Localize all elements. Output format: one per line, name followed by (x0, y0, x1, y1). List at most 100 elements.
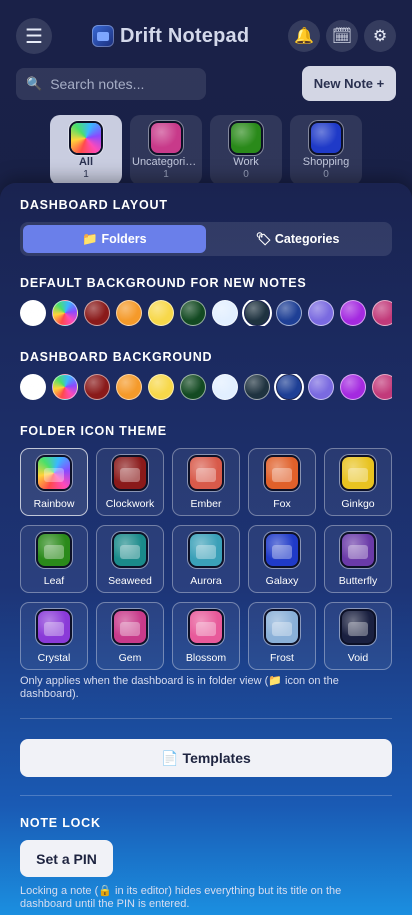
crystal-folder-icon (38, 611, 70, 643)
category-tab[interactable]: Work 0 (210, 115, 282, 185)
leaf-folder-icon (38, 534, 70, 566)
folder-theme-note: Only applies when the dashboard is in fo… (20, 675, 339, 700)
dashboard-bg-swatches (20, 374, 392, 400)
folder-theme-name: Ember (190, 498, 222, 510)
dashboard-bg-swatch[interactable] (52, 374, 78, 400)
category-name: Shopping (302, 156, 350, 168)
default-bg-swatch[interactable] (244, 300, 270, 326)
folder-theme-option[interactable]: Void (324, 602, 392, 670)
layout-toggle: 📁 Folders 🏷 Categories (20, 222, 392, 256)
dashboard-bg-swatch[interactable] (180, 374, 206, 400)
dashboard-bg-swatch[interactable] (372, 374, 392, 400)
note-lock-title: NOTE LOCK (20, 816, 101, 830)
menu-icon[interactable]: ☰ (16, 18, 52, 54)
galaxy-folder-icon (266, 534, 298, 566)
category-count: 0 (323, 169, 329, 180)
category-tab[interactable]: Uncategorized 1 (130, 115, 202, 185)
dashboard-bg-swatch[interactable] (84, 374, 110, 400)
folder-theme-name: Frost (270, 652, 294, 664)
folder-theme-option[interactable]: Clockwork (96, 448, 164, 516)
note-lock-description: Locking a note (🔒 in its editor) hides e… (20, 885, 342, 910)
folder-theme-option[interactable]: Blossom (172, 602, 240, 670)
category-tab[interactable]: Shopping 0 (290, 115, 362, 185)
default-bg-swatch[interactable] (20, 300, 46, 326)
dashboard-bg-swatch[interactable] (148, 374, 174, 400)
rainbow-folder-icon (71, 123, 101, 153)
default-bg-swatch[interactable] (52, 300, 78, 326)
set-pin-button[interactable]: Set a PIN (20, 840, 113, 877)
folder-theme-option[interactable]: Ember (172, 448, 240, 516)
folder-theme-name: Aurora (190, 575, 222, 587)
dashboard-bg-swatch[interactable] (116, 374, 142, 400)
dashboard-bg-title: DASHBOARD BACKGROUND (20, 350, 213, 364)
category-count: 1 (163, 169, 169, 180)
folder-theme-name: Butterfly (338, 575, 378, 587)
divider (20, 718, 392, 719)
calendar-icon[interactable]: 🗓 (326, 20, 358, 52)
app-brand: Drift Notepad (92, 22, 249, 50)
fox-folder-icon (266, 457, 298, 489)
folder-theme-name: Gem (118, 652, 142, 664)
category-tab[interactable]: All 1 (50, 115, 122, 185)
folder-theme-name: Clockwork (105, 498, 155, 510)
folder-theme-option[interactable]: Crystal (20, 602, 88, 670)
folder-theme-name: Fox (273, 498, 291, 510)
gear-icon[interactable]: ⚙ (364, 20, 396, 52)
divider (20, 795, 392, 796)
galaxy-folder-icon (311, 123, 341, 153)
default-bg-swatch[interactable] (372, 300, 392, 326)
folder-theme-option[interactable]: Fox (248, 448, 316, 516)
gem-folder-icon (114, 611, 146, 643)
top-bar: ☰ Drift Notepad 🔔 🗓 ⚙ (16, 18, 396, 54)
leaf-folder-icon (231, 123, 261, 153)
category-name: Work (233, 156, 259, 168)
new-note-button[interactable]: New Note + (302, 66, 396, 101)
category-row: All 1 Uncategorized 1 Work 0 Shopping 0 (50, 115, 362, 185)
default-bg-swatch[interactable] (308, 300, 334, 326)
folder-theme-option[interactable]: Seaweed (96, 525, 164, 593)
folder-theme-option[interactable]: Gem (96, 602, 164, 670)
folder-theme-name: Seaweed (108, 575, 152, 587)
default-bg-swatch[interactable] (116, 300, 142, 326)
folder-theme-name: Ginkgo (341, 498, 375, 510)
gem-folder-icon (151, 123, 181, 153)
folders-layout-button[interactable]: 📁 Folders (23, 225, 206, 253)
clockwork-folder-icon (114, 457, 146, 489)
folder-theme-option[interactable]: Ginkgo (324, 448, 392, 516)
default-bg-swatch[interactable] (84, 300, 110, 326)
folder-theme-option[interactable]: Galaxy (248, 525, 316, 593)
folder-theme-name: Crystal (37, 652, 71, 664)
bell-icon[interactable]: 🔔 (288, 20, 320, 52)
default-bg-swatch[interactable] (340, 300, 366, 326)
ember-folder-icon (190, 457, 222, 489)
folder-theme-option[interactable]: Leaf (20, 525, 88, 593)
categories-layout-button[interactable]: 🏷 Categories (206, 225, 389, 253)
ginkgo-folder-icon (342, 457, 374, 489)
dashboard-bg-swatch[interactable] (20, 374, 46, 400)
dashboard-bg-swatch[interactable] (340, 374, 366, 400)
search-input[interactable] (50, 76, 191, 92)
category-count: 0 (243, 169, 249, 180)
dashboard-bg-swatch[interactable] (308, 374, 334, 400)
butterfly-folder-icon (342, 534, 374, 566)
folder-theme-option[interactable]: Frost (248, 602, 316, 670)
folder-theme-name: Galaxy (265, 575, 299, 587)
templates-button[interactable]: 📄 Templates (20, 739, 392, 777)
dashboard-bg-swatch[interactable] (244, 374, 270, 400)
category-count: 1 (83, 169, 89, 180)
dashboard-bg-swatch[interactable] (276, 374, 302, 400)
default-bg-swatch[interactable] (212, 300, 238, 326)
settings-sheet: DASHBOARD LAYOUT 📁 Folders 🏷 Categories … (0, 183, 412, 915)
search-bar[interactable]: 🔍 (16, 68, 206, 100)
dashboard-bg-swatch[interactable] (212, 374, 238, 400)
default-bg-swatch[interactable] (148, 300, 174, 326)
default-bg-swatch[interactable] (180, 300, 206, 326)
folder-theme-option[interactable]: Aurora (172, 525, 240, 593)
seaweed-folder-icon (114, 534, 146, 566)
app-logo-icon (92, 25, 114, 47)
folder-theme-name: Leaf (43, 575, 65, 587)
folder-theme-option[interactable]: Butterfly (324, 525, 392, 593)
rainbow-folder-icon (38, 457, 70, 489)
folder-theme-option[interactable]: Rainbow (20, 448, 88, 516)
default-bg-swatch[interactable] (276, 300, 302, 326)
